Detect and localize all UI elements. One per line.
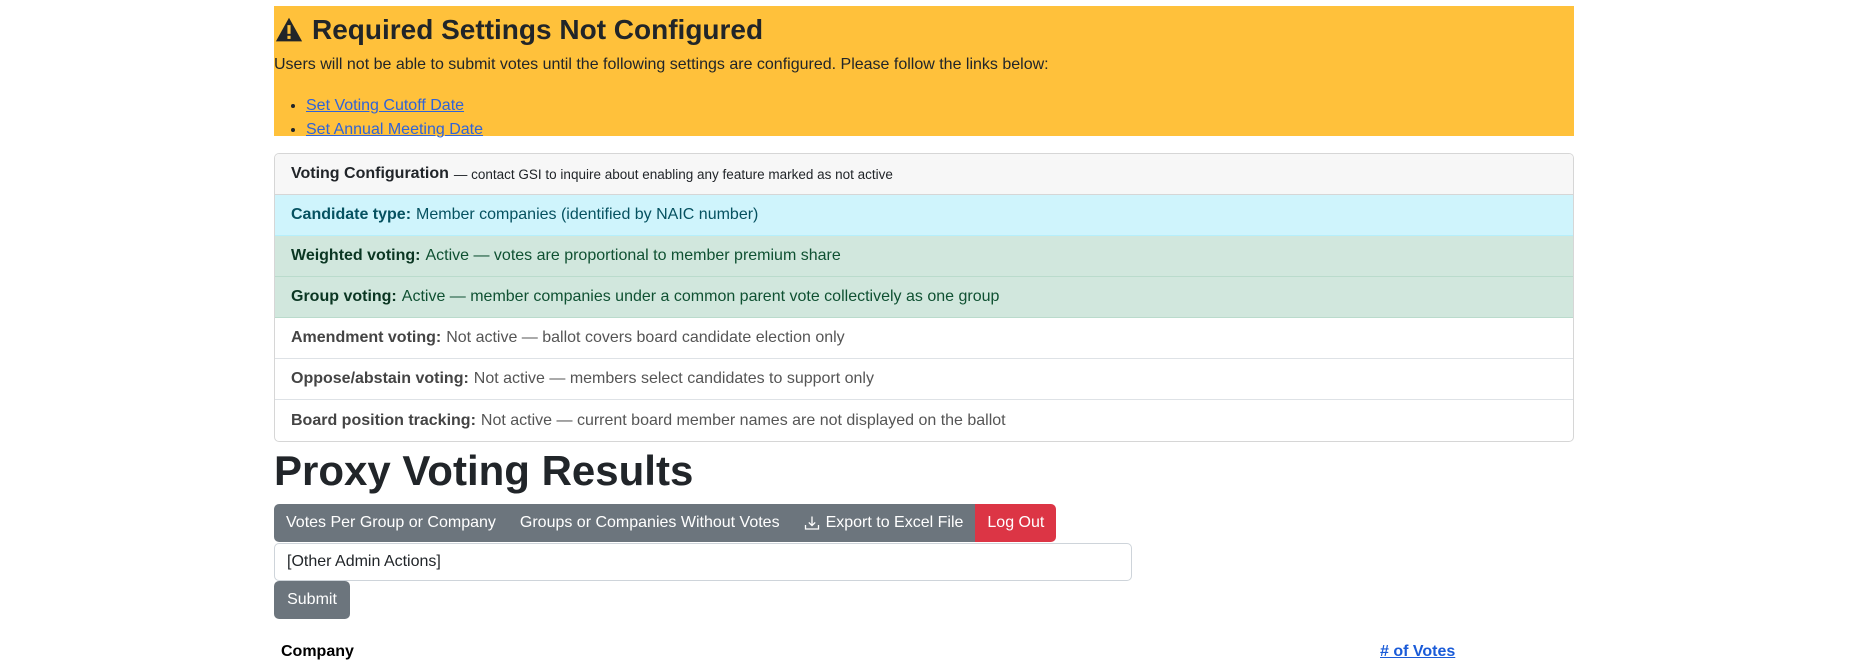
config-row-oppose-abstain: Oppose/abstain voting: Not active — memb… xyxy=(275,359,1573,400)
export-excel-label: Export to Excel File xyxy=(825,514,964,531)
download-icon xyxy=(804,516,819,530)
card-header-note: — contact GSI to inquire about enabling … xyxy=(453,166,893,182)
admin-actions-selected: [Other Admin Actions] xyxy=(287,553,441,570)
config-row-board-position: Board position tracking: Not active — cu… xyxy=(275,400,1573,441)
voting-configuration-card: Voting Configuration — contact GSI to in… xyxy=(274,153,1574,442)
results-toolbar: Votes Per Group or Company Groups or Com… xyxy=(274,504,1574,542)
required-settings-alert: Required Settings Not Configured Users w… xyxy=(274,6,1574,138)
config-label: Candidate type: xyxy=(291,206,412,223)
config-label: Oppose/abstain voting: xyxy=(291,370,469,387)
config-label: Weighted voting: xyxy=(291,247,421,264)
page-title: Proxy Voting Results xyxy=(274,447,694,494)
column-header-votes-sort-link[interactable]: # of Votes xyxy=(1380,643,1455,661)
list-item: Set Voting Cutoff Date xyxy=(306,94,1574,118)
votes-per-group-label: Votes Per Group or Company xyxy=(286,514,496,531)
alert-message: Users will not be able to submit votes u… xyxy=(274,56,1049,73)
votes-per-group-button[interactable]: Votes Per Group or Company xyxy=(274,504,508,542)
config-label: Board position tracking: xyxy=(291,411,476,429)
alert-heading: Required Settings Not Configured xyxy=(274,10,1574,50)
config-row-group-voting: Group voting: Active — member companies … xyxy=(275,277,1573,318)
config-value: Active — votes are proportional to membe… xyxy=(425,247,841,264)
config-label: Amendment voting: xyxy=(291,329,442,346)
groups-without-votes-label: Groups or Companies Without Votes xyxy=(519,514,780,531)
main-container: Required Settings Not Configured Users w… xyxy=(274,6,1574,667)
config-value: Active — member companies under a common… xyxy=(401,288,1000,305)
export-excel-button[interactable]: Export to Excel File xyxy=(791,504,976,542)
config-label: Group voting: xyxy=(291,288,397,305)
config-row-weighted-voting: Weighted voting: Active — votes are prop… xyxy=(275,236,1573,277)
alert-links: Set Voting Cutoff Date Set Annual Meetin… xyxy=(274,94,1574,142)
config-value: Not active — current board member names … xyxy=(480,411,1006,429)
config-value: Member companies (identified by NAIC num… xyxy=(416,206,759,223)
list-item: Set Annual Meeting Date xyxy=(306,118,1574,142)
config-row-candidate-type: Candidate type: Member companies (identi… xyxy=(275,195,1573,236)
column-header-company: Company xyxy=(281,643,354,660)
logout-label: Log Out xyxy=(987,514,1045,531)
logout-button[interactable]: Log Out xyxy=(975,504,1057,542)
config-row-amendment-voting: Amendment voting: Not active — ballot co… xyxy=(275,318,1573,359)
set-annual-meeting-link[interactable]: Set Annual Meeting Date xyxy=(306,121,483,138)
set-voting-cutoff-link[interactable]: Set Voting Cutoff Date xyxy=(306,97,464,114)
admin-actions-select[interactable]: [Other Admin Actions] xyxy=(274,543,1132,581)
alert-title: Required Settings Not Configured xyxy=(312,14,764,45)
submit-button[interactable]: Submit xyxy=(274,581,350,619)
warning-icon xyxy=(275,17,303,42)
config-value: Not active — ballot covers board candida… xyxy=(446,329,845,346)
card-header: Voting Configuration — contact GSI to in… xyxy=(275,154,1573,195)
groups-without-votes-button[interactable]: Groups or Companies Without Votes xyxy=(507,504,792,542)
card-header-title: Voting Configuration xyxy=(291,165,449,182)
config-value: Not active — members select candidates t… xyxy=(473,370,874,387)
results-table-header: Company # of Votes xyxy=(274,643,1574,667)
